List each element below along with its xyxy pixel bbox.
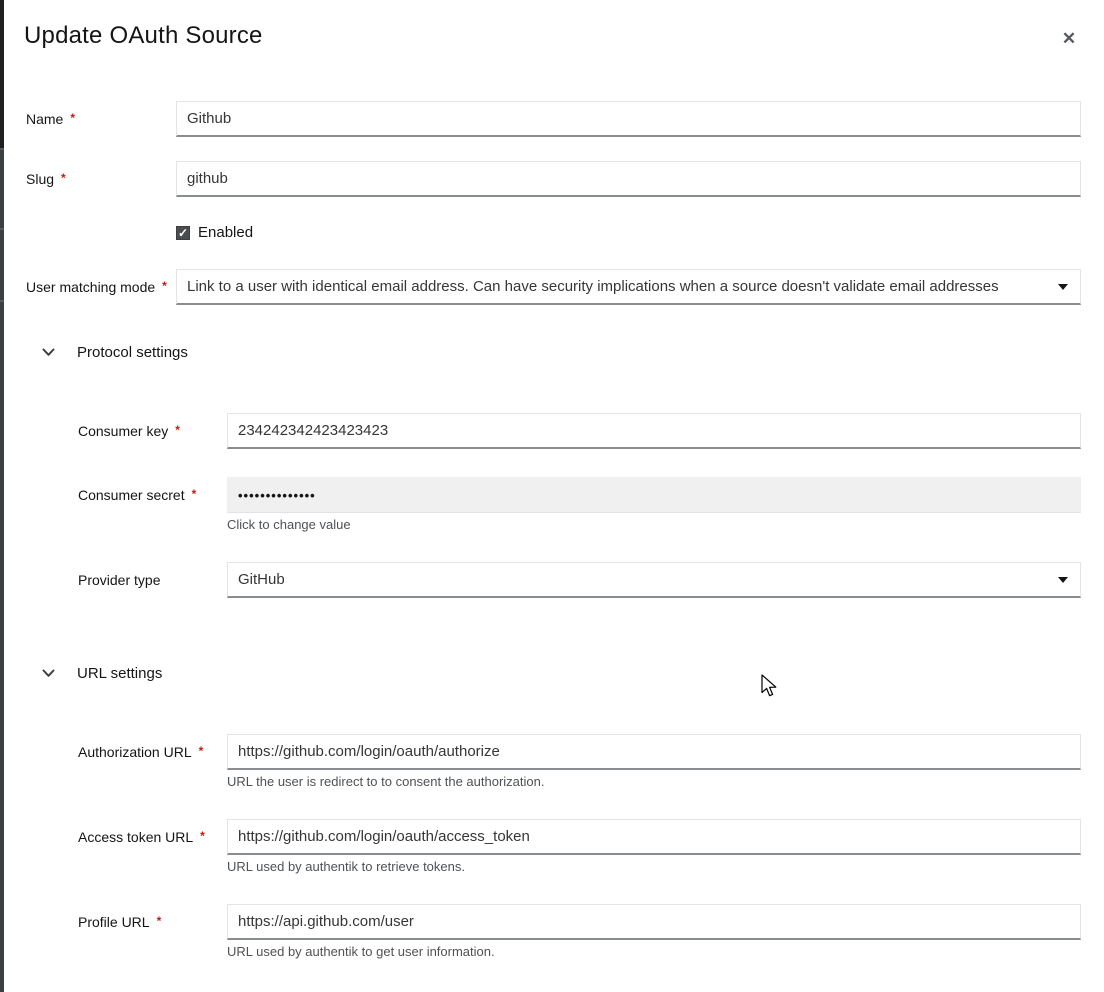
name-row: Name * <box>0 101 1104 137</box>
update-oauth-source-modal: Update OAuth Source ✕ Name * Slug * ✓ En… <box>0 0 1104 992</box>
authorization-url-helper: URL the user is redirect to to consent t… <box>227 774 544 789</box>
profile-url-input[interactable] <box>227 904 1081 940</box>
user-matching-mode-label: User matching mode <box>26 279 155 295</box>
consumer-secret-row: Consumer secret * Click to change value <box>0 477 1104 513</box>
chevron-down-icon <box>42 348 55 357</box>
chevron-down-icon <box>1058 284 1068 290</box>
consumer-secret-helper: Click to change value <box>227 517 351 532</box>
consumer-key-row: Consumer key * <box>0 413 1104 449</box>
url-settings-heading: URL settings <box>77 665 162 682</box>
page-title: Update OAuth Source <box>24 22 263 50</box>
profile-url-helper: URL used by authentik to get user inform… <box>227 944 495 959</box>
provider-type-row: Provider type GitHub <box>0 562 1104 598</box>
mouse-cursor-icon <box>760 674 778 698</box>
required-asterisk: * <box>162 279 167 293</box>
url-settings-toggle[interactable]: URL settings <box>42 665 162 682</box>
profile-url-label: Profile URL <box>78 914 150 930</box>
consumer-key-label: Consumer key <box>78 423 168 439</box>
enabled-checkbox[interactable]: ✓ <box>176 226 190 240</box>
provider-type-label: Provider type <box>78 572 160 588</box>
user-matching-mode-value: Link to a user with identical email addr… <box>187 278 999 295</box>
chevron-down-icon <box>1058 577 1068 583</box>
access-token-url-row: Access token URL * URL used by authentik… <box>0 819 1104 855</box>
enabled-row: ✓ Enabled <box>176 224 253 241</box>
required-asterisk: * <box>70 111 75 125</box>
access-token-url-input[interactable] <box>227 819 1081 855</box>
consumer-key-input[interactable] <box>227 413 1081 449</box>
close-icon[interactable]: ✕ <box>1056 26 1082 52</box>
slug-row: Slug * <box>0 161 1104 197</box>
authorization-url-input[interactable] <box>227 734 1081 770</box>
protocol-settings-heading: Protocol settings <box>77 344 188 361</box>
consumer-secret-label: Consumer secret <box>78 487 185 503</box>
provider-type-select[interactable]: GitHub <box>227 562 1081 598</box>
chevron-down-icon <box>42 669 55 678</box>
authorization-url-label: Authorization URL <box>78 744 192 760</box>
required-asterisk: * <box>61 171 66 185</box>
required-asterisk: * <box>199 744 204 758</box>
consumer-secret-input[interactable] <box>227 477 1081 513</box>
authorization-url-row: Authorization URL * URL the user is redi… <box>0 734 1104 770</box>
access-token-url-helper: URL used by authentik to retrieve tokens… <box>227 859 465 874</box>
slug-input[interactable] <box>176 161 1081 197</box>
protocol-settings-toggle[interactable]: Protocol settings <box>42 344 188 361</box>
enabled-label: Enabled <box>198 224 253 241</box>
user-matching-mode-row: User matching mode * Link to a user with… <box>0 269 1104 305</box>
user-matching-mode-select[interactable]: Link to a user with identical email addr… <box>176 269 1081 305</box>
access-token-url-label: Access token URL <box>78 829 193 845</box>
required-asterisk: * <box>157 914 162 928</box>
name-input[interactable] <box>176 101 1081 137</box>
required-asterisk: * <box>200 829 205 843</box>
provider-type-value: GitHub <box>238 571 285 588</box>
slug-label: Slug <box>26 171 54 187</box>
required-asterisk: * <box>192 487 197 501</box>
name-label: Name <box>26 111 63 127</box>
profile-url-row: Profile URL * URL used by authentik to g… <box>0 904 1104 940</box>
required-asterisk: * <box>175 423 180 437</box>
